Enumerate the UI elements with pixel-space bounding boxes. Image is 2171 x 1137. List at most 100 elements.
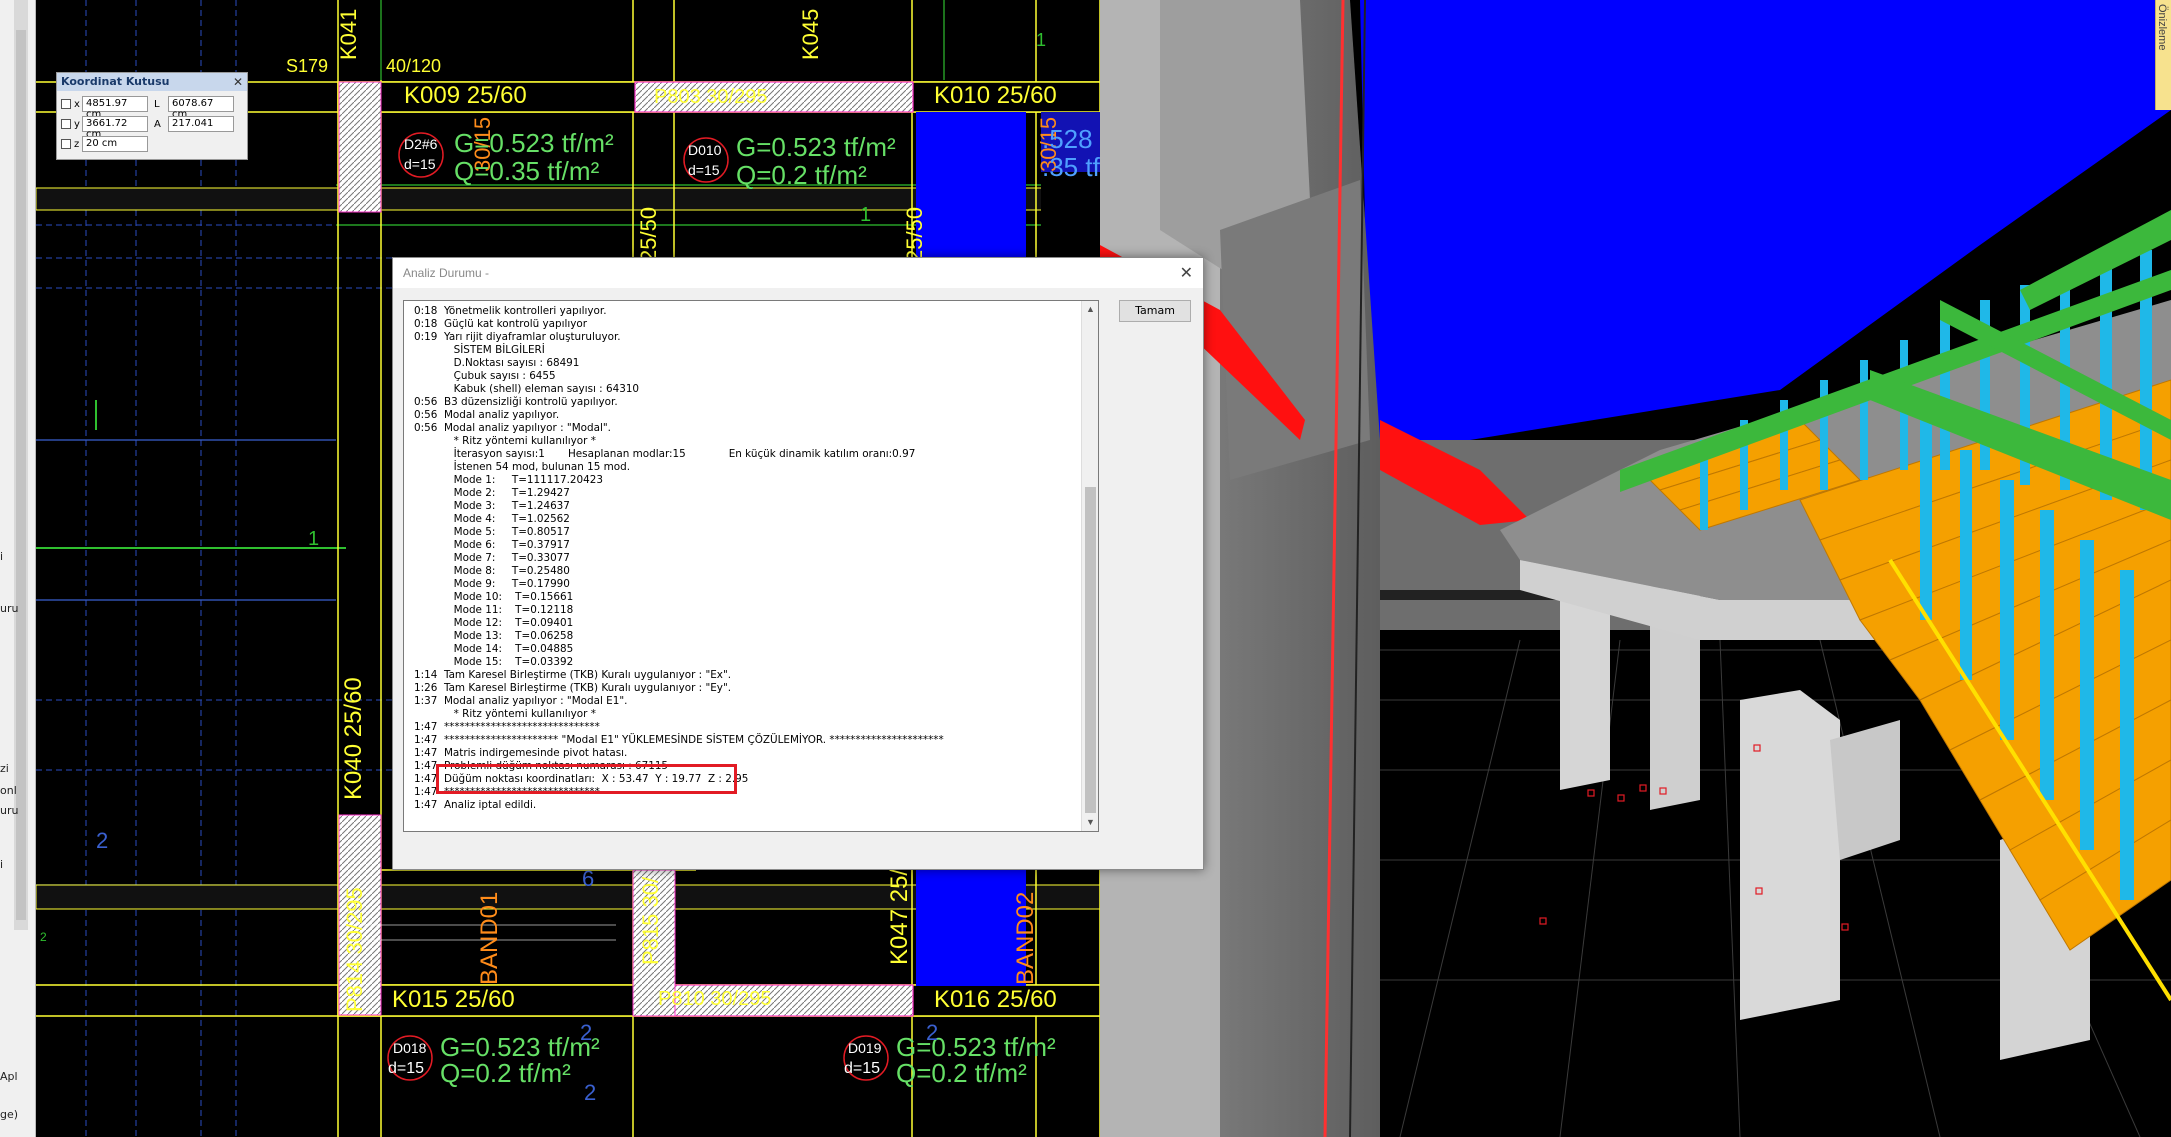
cad-axis-number: 2 <box>926 1020 939 1045</box>
log-line: Mode 13: T=0.06258 <box>414 630 574 642</box>
cad-slab-g-load: .528 <box>1042 124 1093 154</box>
log-line: 0:18 Güçlü kat kontrolü yapılıyor <box>414 318 588 330</box>
coordinate-box-title[interactable]: Koordinat Kutusu <box>57 73 247 91</box>
left-fragment: zi <box>0 762 9 775</box>
log-line: Kabuk (shell) eleman sayısı : 64310 <box>414 383 640 395</box>
preview-tab-label: Önizleme <box>2156 4 2168 51</box>
cad-beam-label: K047 25/ <box>886 868 913 965</box>
cad-axis-number: 1 <box>308 528 320 550</box>
cad-band-label: BAND01 <box>476 891 503 985</box>
log-line: 0:56 Modal analiz yapılıyor. <box>414 409 560 421</box>
cad-slab-g-load: G=0.523 tf/m² <box>736 132 896 162</box>
log-line: 0:56 B3 düzensizliği kontrolü yapılıyor. <box>414 396 618 408</box>
x-label: x <box>74 98 80 110</box>
z-lock-checkbox[interactable] <box>61 139 71 149</box>
left-scrollbar-thumb[interactable] <box>16 30 26 920</box>
log-line: Mode 9: T=0.17990 <box>414 578 570 590</box>
log-scrollbar[interactable]: ▲ ▼ <box>1081 301 1098 831</box>
log-line: SİSTEM BİLGİLERİ <box>414 344 545 356</box>
cad-slab-thickness: d=15 <box>844 1060 881 1077</box>
cad-dimension-label: 25/50 <box>902 206 927 262</box>
cad-slab-id: D018 <box>393 1040 427 1056</box>
cad-axis-number: 2 <box>96 828 109 853</box>
log-line: Mode 10: T=0.15661 <box>414 591 574 603</box>
left-fragment: onl <box>0 784 17 797</box>
cad-beam-label: K040 25/60 <box>340 677 367 800</box>
y-coordinate-field[interactable]: 3661.72 cm <box>82 116 148 140</box>
log-line: Mode 7: T=0.33077 <box>414 552 570 564</box>
left-fragment: uru <box>0 804 19 817</box>
log-line: Mode 8: T=0.25480 <box>414 565 570 577</box>
cad-beam-label: K015 25/60 <box>392 986 515 1013</box>
cad-axis-number: 2 <box>584 1080 597 1105</box>
log-line: Mode 12: T=0.09401 <box>414 617 574 629</box>
cad-axis-number: 2 <box>580 1020 593 1045</box>
a-label: A <box>154 118 161 130</box>
log-line: 1:47 ********************** "Modal E1" Y… <box>414 734 944 746</box>
log-line: 0:19 Yarı rijit diyaframlar oluşturuluyo… <box>414 331 621 343</box>
angle-field[interactable]: 217.041 <box>168 116 234 132</box>
log-line: * Ritz yöntemi kullanılıyor * <box>414 708 596 720</box>
cad-slab-thickness: d=15 <box>404 156 436 172</box>
cad-slab-q-load: Q=0.35 tf/m² <box>454 156 600 186</box>
scroll-down-icon[interactable]: ▼ <box>1082 814 1098 831</box>
length-field[interactable]: 6078.67 cm <box>168 96 234 120</box>
log-line: Mode 5: T=0.80517 <box>414 526 570 538</box>
log-line: Mode 4: T=1.02562 <box>414 513 570 525</box>
analysis-log-lines: 0:18 Yönetmelik kontrolleri yapılıyor. 0:… <box>404 301 1080 812</box>
log-line: 1:47 Matris indirgemesinde pivot hatası. <box>414 747 628 759</box>
analysis-log-box[interactable]: 0:18 Yönetmelik kontrolleri yapılıyor. 0:… <box>403 300 1099 832</box>
cad-column-label: S179 <box>286 56 329 76</box>
log-line: Çubuk sayısı : 6455 <box>414 370 556 382</box>
x-coordinate-field[interactable]: 4851.97 cm <box>82 96 148 120</box>
cad-beam-label: P810 30/295 <box>658 988 772 1010</box>
cad-band-label: BAND02 <box>1012 891 1039 985</box>
log-line: 1:47 Analiz iptal edildi. <box>414 799 537 811</box>
log-line: Mode 6: T=0.37917 <box>414 539 570 551</box>
left-fragment: ge) <box>0 1108 19 1121</box>
cad-slab-q-load: Q=0.2 tf/m² <box>440 1058 571 1088</box>
log-line: 1:26 Tam Karesel Birleştirme (TKB) Kural… <box>414 682 732 694</box>
log-line: D.Noktası sayısı : 68491 <box>414 357 580 369</box>
log-line: İstenen 54 mod, bulunan 15 mod. <box>414 461 631 473</box>
cad-dimension-label: 40/120 <box>386 56 442 76</box>
log-line: 1:37 Modal analiz yapılıyor : "Modal E1"… <box>414 695 628 707</box>
cad-dimension-label: 25/50 <box>636 206 661 262</box>
dialog-title[interactable]: Analiz Durumu - <box>393 258 1203 288</box>
z-coordinate-field[interactable]: 20 cm <box>82 136 148 152</box>
close-icon[interactable]: ✕ <box>233 75 243 89</box>
close-icon[interactable]: ✕ <box>1180 263 1193 283</box>
cad-slab-id: D2#6 <box>404 136 438 152</box>
cad-beam-label: K016 25/60 <box>934 986 1057 1013</box>
log-line: İterasyon sayısı:1 Hesaplanan modlar:15 … <box>414 448 916 460</box>
cad-beam-label: P803 30/295 <box>654 86 768 108</box>
y-label: y <box>74 118 80 130</box>
log-scrollbar-thumb[interactable] <box>1085 487 1096 813</box>
cad-slab-id: D019 <box>848 1040 882 1056</box>
log-line: 0:18 Yönetmelik kontrolleri yapılıyor. <box>414 305 607 317</box>
x-lock-checkbox[interactable] <box>61 99 71 109</box>
log-line: Mode 14: T=0.04885 <box>414 643 574 655</box>
left-fragment: i <box>0 858 4 871</box>
cad-beam-label: P814 30/295 <box>342 887 367 1012</box>
cad-column-label: K041 <box>336 8 361 60</box>
3d-view[interactable] <box>1100 0 2171 1137</box>
log-line: Mode 11: T=0.12118 <box>414 604 574 616</box>
left-fragment: i <box>0 550 4 563</box>
cad-slab-g-load: G=0.523 tf/m² <box>454 128 614 158</box>
preview-side-tab[interactable]: Önizleme <box>2155 0 2171 110</box>
scroll-up-icon[interactable]: ▲ <box>1082 301 1098 318</box>
log-line: * Ritz yöntemi kullanılıyor * <box>414 435 596 447</box>
coordinate-box-panel[interactable]: Koordinat Kutusu ✕ x 4851.97 cm L 6078.6… <box>56 72 248 160</box>
log-line: 0:56 Modal analiz yapılıyor : "Modal". <box>414 422 611 434</box>
cad-axis-number: 1 <box>1036 30 1047 50</box>
cad-slab-thickness: d=15 <box>688 162 720 178</box>
cad-axis-number: 2 <box>40 930 47 944</box>
log-line: 1:14 Tam Karesel Birleştirme (TKB) Kural… <box>414 669 732 681</box>
ok-button[interactable]: Tamam <box>1119 300 1191 322</box>
log-line: Mode 1: T=111117.20423 <box>414 474 603 486</box>
error-highlight-box <box>436 764 737 794</box>
log-line: 1:47 ****************************** <box>414 721 600 733</box>
y-lock-checkbox[interactable] <box>61 119 71 129</box>
cad-slab-id: D010 <box>688 142 722 158</box>
